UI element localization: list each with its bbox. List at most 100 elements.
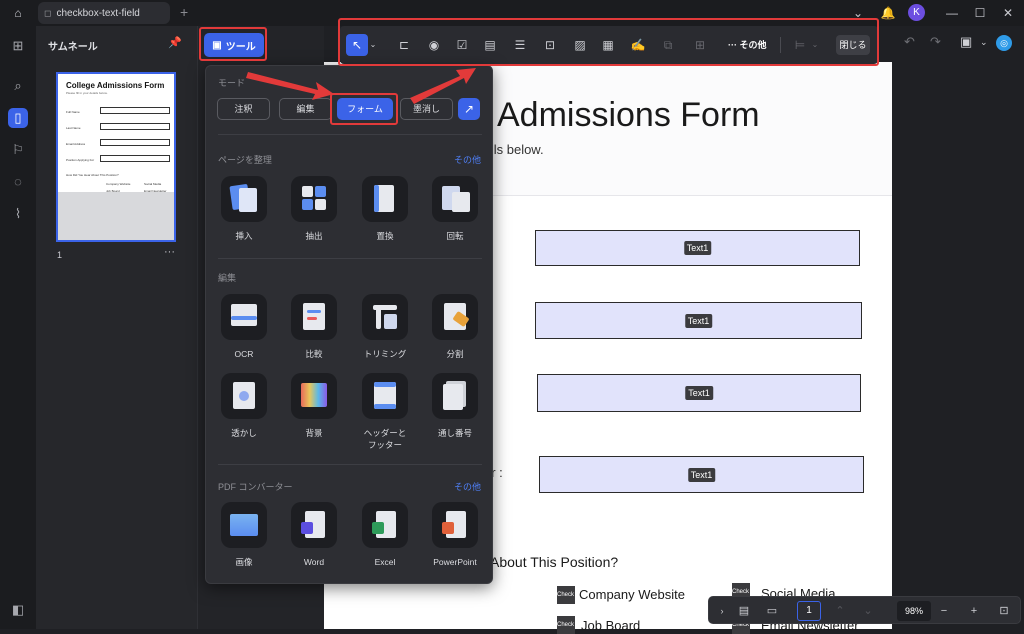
chevron-down-icon[interactable]: ⌄ xyxy=(848,3,868,23)
header-footer-icon xyxy=(362,373,408,419)
thumbnail-panel-title: サムネール xyxy=(48,42,98,53)
tool-label: 挿入 xyxy=(235,231,253,241)
ocr-tool[interactable]: OCR xyxy=(219,294,269,360)
select-pointer-icon[interactable]: ↖ xyxy=(346,34,368,56)
ai-assistant-icon[interactable]: ◎ xyxy=(996,35,1012,51)
notification-bell-icon[interactable]: 🔔 xyxy=(878,3,898,23)
thumbnail-page-number: 1 xyxy=(57,250,63,260)
button-tool-icon[interactable]: ⊡ xyxy=(540,35,560,55)
comment-icon[interactable]: ◌ xyxy=(8,172,28,192)
convert-word-tool[interactable]: Word xyxy=(289,502,339,568)
watermark-tool[interactable]: 透かし xyxy=(219,373,269,439)
more-icon[interactable]: ··· xyxy=(164,246,175,258)
expand-icon[interactable]: › xyxy=(713,602,731,620)
tools-button[interactable]: ▣ ツール xyxy=(204,33,264,57)
thumb-option: Company Website xyxy=(106,182,131,186)
presentation-icon[interactable]: ▭ xyxy=(763,602,781,620)
text-field[interactable]: Text1 xyxy=(539,456,864,493)
zoom-level[interactable]: 98% xyxy=(897,601,931,621)
zoom-in-icon[interactable]: + xyxy=(965,602,983,620)
bookmark-icon[interactable]: ⚐ xyxy=(8,140,28,160)
thumbnails-icon[interactable]: ▯ xyxy=(8,108,28,128)
convert-image-tool[interactable]: 画像 xyxy=(219,502,269,568)
status-bar: › ▤ ▭ 1 ⌃ ⌄ 98% − + ⊡ xyxy=(708,596,1021,624)
crop-tool[interactable]: トリミング xyxy=(360,294,410,360)
split-tool[interactable]: 分割 xyxy=(430,294,480,360)
tool-label: 透かし xyxy=(231,428,257,438)
align-left-icon[interactable]: ⊨ xyxy=(790,35,810,55)
maximize-button[interactable]: ☐ xyxy=(970,3,990,23)
thumb-field xyxy=(100,123,170,130)
zoom-out-icon[interactable]: − xyxy=(935,602,953,620)
text-field-tool-icon[interactable]: ⊏ xyxy=(394,35,414,55)
bates-number-tool[interactable]: 通し番号 xyxy=(430,373,480,439)
document-tab[interactable]: ◻ checkbox-text-field xyxy=(38,2,170,24)
minimize-button[interactable]: — xyxy=(942,3,962,23)
undo-icon[interactable]: ↶ xyxy=(904,34,915,50)
list-box-tool-icon[interactable]: ☰ xyxy=(510,35,530,55)
converter-more-link[interactable]: その他 xyxy=(454,480,481,493)
chevron-down-icon[interactable]: ⌄ xyxy=(810,35,820,55)
organize-more-link[interactable]: その他 xyxy=(454,153,481,166)
compare-tool[interactable]: 比較 xyxy=(289,294,339,360)
combo-box-tool-icon[interactable]: ▤ xyxy=(480,35,500,55)
redo-icon[interactable]: ↷ xyxy=(930,34,941,50)
page-thumbnail[interactable]: College Admissions Form Please fill in y… xyxy=(56,72,176,242)
thumb-row: Last Name xyxy=(66,126,81,130)
toolbox-icon: ▣ xyxy=(212,39,222,51)
radio-button-tool-icon[interactable]: ◉ xyxy=(424,35,444,55)
text-field[interactable]: Text1 xyxy=(535,302,862,339)
save-icon[interactable]: ▣ xyxy=(960,34,972,50)
image-field-tool-icon[interactable]: ▨ xyxy=(570,35,590,55)
pin-icon[interactable]: 📌 xyxy=(168,36,182,49)
word-icon xyxy=(291,502,337,548)
thumb-question: How Did You Hear About This Position? xyxy=(66,173,119,177)
signature-tool-icon[interactable]: ✍ xyxy=(628,35,648,55)
search-icon[interactable]: ⌕ xyxy=(8,76,28,96)
insert-page-tool[interactable]: 挿入 xyxy=(219,176,269,242)
chevron-down-icon[interactable]: ⌄ xyxy=(368,35,378,55)
thumb-title: College Admissions Form xyxy=(66,81,165,90)
text-field[interactable]: Text1 xyxy=(537,374,861,412)
page-number-input[interactable]: 1 xyxy=(797,601,821,621)
apps-grid-icon[interactable]: ⊞ xyxy=(8,36,28,56)
date-field-tool-icon[interactable]: ▦ xyxy=(598,35,618,55)
user-avatar[interactable]: K xyxy=(908,4,925,21)
tool-label: 背景 xyxy=(305,428,323,438)
convert-powerpoint-tool[interactable]: PowerPoint xyxy=(430,502,480,568)
checkbox-tool-icon[interactable]: ☑ xyxy=(452,35,472,55)
replace-page-tool[interactable]: 置換 xyxy=(360,176,410,242)
fit-page-icon[interactable]: ⊡ xyxy=(995,602,1013,620)
close-toolbar-button[interactable]: 閉じる xyxy=(836,35,870,55)
more-tools-button[interactable]: ··· その他 xyxy=(728,38,767,51)
thumbnail-panel: サムネール 📌 College Admissions Form Please f… xyxy=(36,26,198,629)
tool-label: 置換 xyxy=(376,231,394,241)
ocr-icon xyxy=(221,294,267,340)
sidebar-toggle-icon[interactable]: ◧ xyxy=(8,600,28,620)
tool-label: Excel xyxy=(374,557,396,567)
copy-tool-icon[interactable]: ⧉ xyxy=(658,35,678,55)
checkbox[interactable]: Check Box xyxy=(557,586,575,604)
close-window-button[interactable]: ✕ xyxy=(998,3,1018,23)
header-footer-tool[interactable]: ヘッダーと フッター xyxy=(360,373,410,451)
text-field[interactable]: Text1 xyxy=(535,230,860,266)
chevron-up-icon[interactable]: ⌃ xyxy=(831,602,849,620)
page-layout-icon[interactable]: ▤ xyxy=(735,602,753,620)
chevron-down-icon[interactable]: ⌄ xyxy=(859,602,877,620)
tab-title: checkbox-text-field xyxy=(56,7,140,19)
crop-icon xyxy=(362,294,408,340)
thumb-row: Position Applying For xyxy=(66,158,95,162)
checkbox[interactable]: Check Box xyxy=(557,616,575,634)
convert-excel-tool[interactable]: Excel xyxy=(360,502,410,568)
home-icon[interactable]: ⌂ xyxy=(8,3,28,23)
comment-icon: ◻ xyxy=(44,7,52,18)
new-tab-button[interactable]: + xyxy=(180,4,188,20)
align-grid-icon[interactable]: ⊞ xyxy=(690,35,710,55)
background-tool[interactable]: 背景 xyxy=(289,373,339,439)
replace-page-icon xyxy=(362,176,408,222)
field-tag: Text1 xyxy=(683,241,712,255)
attachment-icon[interactable]: ⌇ xyxy=(8,204,28,224)
rotate-page-tool[interactable]: 回転 xyxy=(430,176,480,242)
chevron-down-icon[interactable]: ⌄ xyxy=(980,37,988,48)
extract-page-tool[interactable]: 抽出 xyxy=(289,176,339,242)
